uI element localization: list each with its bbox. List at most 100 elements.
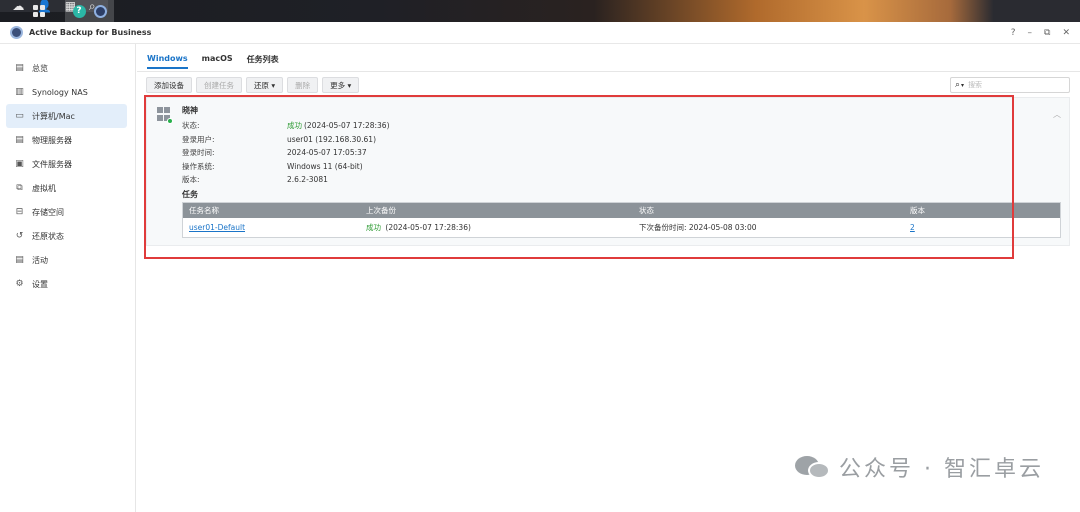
restore-window-button[interactable]: ⧉ xyxy=(1044,28,1050,38)
app-logo-icon xyxy=(10,26,23,39)
last-backup-time: (2024-05-07 17:28:36) xyxy=(385,223,471,232)
info-value: 2.6.2-3081 xyxy=(287,175,328,185)
sidebar-item-overview[interactable]: ▤ 总览 xyxy=(6,56,127,80)
info-row-login-time: 登录时间: 2024-05-07 17:05:37 xyxy=(182,146,390,160)
tab-divider xyxy=(137,71,1080,72)
last-backup-cell: 成功 (2024-05-07 17:28:36) xyxy=(366,222,639,233)
search-input[interactable] xyxy=(968,81,1049,89)
gear-icon: ⚙ xyxy=(15,279,24,289)
info-row-login-user: 登录用户: user01 (192.168.30.61) xyxy=(182,133,390,147)
window-titlebar: Active Backup for Business ? – ⧉ ✕ xyxy=(0,22,1080,44)
main-panel: Windows macOS 任务列表 添加设备 创建任务 还原 ▾ 删除 更多 … xyxy=(137,44,1080,512)
sidebar-item-restore-status[interactable]: ↺ 还原状态 xyxy=(6,224,127,248)
tab-windows[interactable]: Windows xyxy=(147,54,188,69)
table-header: 任务名称 上次备份 状态 版本 xyxy=(183,203,1060,218)
grid-icon xyxy=(33,5,45,17)
sidebar-item-label: 活动 xyxy=(32,255,48,265)
wechat-icon xyxy=(795,454,831,480)
info-label: 版本: xyxy=(182,175,200,185)
sidebar-item-file-server[interactable]: ▣ 文件服务器 xyxy=(6,152,127,176)
tasks-heading: 任务 xyxy=(182,190,198,199)
task-name-link[interactable]: user01-Default xyxy=(189,223,245,232)
delete-button[interactable]: 删除 xyxy=(287,77,319,93)
sidebar-item-label: 虚拟机 xyxy=(32,183,56,193)
last-backup-status: 成功 xyxy=(366,223,381,232)
sidebar-item-label: 还原状态 xyxy=(32,231,64,241)
caret-down-icon: ▾ xyxy=(269,80,276,90)
sidebar-item-synology-nas[interactable]: ▥ Synology NAS xyxy=(6,80,127,104)
sidebar-item-computer-mac[interactable]: ▭ 计算机/Mac xyxy=(6,104,127,128)
task-name-cell: user01-Default xyxy=(183,223,366,232)
server-icon: ▤ xyxy=(15,135,24,145)
caret-down-icon: ▾ xyxy=(345,80,352,90)
versions-cell: 2 xyxy=(910,223,1050,232)
column-header[interactable]: 状态 xyxy=(639,205,910,216)
sidebar-item-physical-server[interactable]: ▤ 物理服务器 xyxy=(6,128,127,152)
info-row-status: 状态: 成功 (2024-05-07 17:28:36) xyxy=(182,119,390,133)
nas-icon: ▥ xyxy=(15,87,24,97)
sidebar-item-label: Synology NAS xyxy=(32,87,88,97)
create-task-button[interactable]: 创建任务 xyxy=(196,77,242,93)
tab-task-list[interactable]: 任务列表 xyxy=(247,54,279,69)
main-menu-button[interactable] xyxy=(26,0,52,22)
device-name: 晓神 xyxy=(182,106,198,115)
restore-icon: ↺ xyxy=(15,231,24,241)
info-value: 2024-05-07 17:05:37 xyxy=(287,148,367,158)
sidebar-item-activity[interactable]: ▤ 活动 xyxy=(6,248,127,272)
more-dropdown-button[interactable]: 更多 ▾ xyxy=(322,77,360,93)
close-button[interactable]: ✕ xyxy=(1062,28,1070,38)
taskbar: ? ☁ 👤 ▦ ⌕ xyxy=(0,0,1080,22)
status-value: 成功 xyxy=(287,121,302,131)
column-header[interactable]: 上次备份 xyxy=(366,205,639,216)
activity-icon: ▤ xyxy=(15,255,24,265)
info-value: Windows 11 (64-bit) xyxy=(287,161,363,171)
collapse-chevron-icon[interactable]: ︿ xyxy=(1053,109,1061,120)
info-value: user01 (192.168.30.61) xyxy=(287,134,377,144)
help-icon[interactable]: ? xyxy=(72,4,86,18)
column-header[interactable]: 版本 xyxy=(910,205,1050,216)
sidebar-item-virtual-machine[interactable]: ⧉ 虚拟机 xyxy=(6,176,127,200)
info-row-os: 操作系统: Windows 11 (64-bit) xyxy=(182,160,390,174)
watermark-text: 公众号 · 智汇卓云 xyxy=(839,457,1044,482)
watermark: 公众号 · 智汇卓云 xyxy=(795,451,1044,483)
task-status-cell: 下次备份时间: 2024-05-08 03:00 xyxy=(639,223,757,232)
sidebar-item-label: 计算机/Mac xyxy=(32,111,75,121)
open-apps: ? xyxy=(65,0,114,22)
info-label: 登录用户: xyxy=(182,134,215,144)
sidebar-item-label: 文件服务器 xyxy=(32,159,72,169)
sidebar-item-label: 物理服务器 xyxy=(32,135,72,145)
sidebar-item-storage[interactable]: ⊟ 存储空间 xyxy=(6,200,127,224)
device-card[interactable]: 晓神 ︿ 状态: 成功 (2024-05-07 17:28:36) 登录用户: … xyxy=(146,97,1070,246)
tab-bar: Windows macOS 任务列表 xyxy=(147,54,279,69)
column-header[interactable]: 任务名称 xyxy=(183,205,366,216)
overview-icon: ▤ xyxy=(15,63,24,73)
info-label: 登录时间: xyxy=(182,148,215,158)
active-backup-app-icon[interactable] xyxy=(93,4,107,18)
info-label: 状态: xyxy=(182,121,200,131)
file-server-icon: ▣ xyxy=(15,159,24,169)
window-title: Active Backup for Business xyxy=(29,28,152,37)
computer-icon: ▭ xyxy=(15,111,24,121)
help-button[interactable]: ? xyxy=(1011,28,1016,38)
restore-dropdown-button[interactable]: 还原 ▾ xyxy=(246,77,284,93)
minimize-button[interactable]: – xyxy=(1028,28,1033,38)
sidebar-item-settings[interactable]: ⚙ 设置 xyxy=(6,272,127,296)
sidebar-item-label: 存储空间 xyxy=(32,207,64,217)
search-icon[interactable]: ⌕ xyxy=(955,80,960,90)
versions-link[interactable]: 2 xyxy=(910,223,915,232)
window-controls: ? – ⧉ ✕ xyxy=(1011,22,1070,44)
info-label: 操作系统: xyxy=(182,161,215,171)
add-device-button[interactable]: 添加设备 xyxy=(146,77,192,93)
storage-icon: ⊟ xyxy=(15,207,24,217)
sidebar: ▤ 总览 ▥ Synology NAS ▭ 计算机/Mac ▤ 物理服务器 ▣ … xyxy=(0,44,136,512)
notification-icon[interactable]: ☁ xyxy=(12,0,24,12)
online-status-dot xyxy=(167,118,173,124)
status-time: (2024-05-07 17:28:36) xyxy=(304,121,390,131)
device-info: 状态: 成功 (2024-05-07 17:28:36) 登录用户: user0… xyxy=(182,119,390,187)
sidebar-item-label: 设置 xyxy=(32,279,48,289)
table-row[interactable]: user01-Default 成功 (2024-05-07 17:28:36) … xyxy=(183,218,1060,237)
caret-down-icon[interactable]: ▾ xyxy=(961,82,964,89)
search-box: ⌕ ▾ xyxy=(950,77,1070,93)
sidebar-item-label: 总览 xyxy=(32,63,48,73)
tab-macos[interactable]: macOS xyxy=(202,54,233,69)
